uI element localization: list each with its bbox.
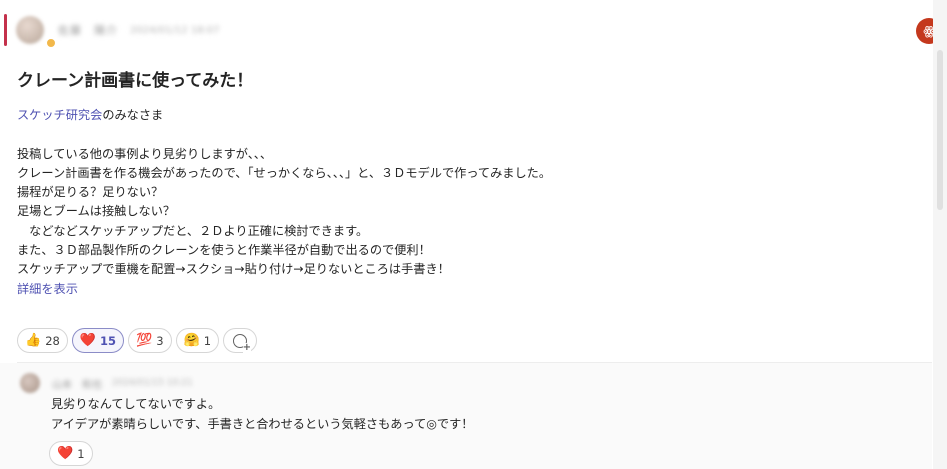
- scrollbar[interactable]: [933, 0, 947, 469]
- reaction-count: 1: [77, 446, 85, 461]
- thumbs-up-icon: 👍: [25, 333, 42, 348]
- reply-author-row: 山本 和也 2024/01/15 10:21: [20, 373, 193, 393]
- scrollbar-thumb[interactable]: [937, 50, 943, 210]
- reaction-count: 28: [45, 333, 60, 348]
- reply-timestamp: 2024/01/15 10:21: [112, 378, 193, 388]
- status-badge: [46, 38, 56, 48]
- hugging-face-icon: 🤗: [183, 333, 200, 348]
- reaction-heart[interactable]: ❤️ 15: [71, 328, 125, 353]
- post-body: スケッチ研究会のみなさま 投稿している他の事例より見劣りしますが、、、 クレーン…: [17, 106, 551, 299]
- body-line: 揚程が足りる？足りない？: [17, 185, 164, 200]
- reaction-heart[interactable]: ❤️ 1: [49, 441, 93, 466]
- post-title: クレーン計画書に使ってみた！: [17, 71, 254, 91]
- reply: 山本 和也 2024/01/15 10:21 見劣りなんてしてないですよ。 アイ…: [0, 363, 932, 469]
- body-line: スケッチアップで重機を配置→スクショ→貼り付け→足りないところは手書き！: [17, 262, 450, 277]
- hundred-points-icon: 💯: [136, 333, 153, 348]
- add-reaction-icon: [233, 333, 252, 353]
- body-line: クレーン計画書を作る機会があったので、「せっかくなら、、、」と、３Ｄモデルで作っ…: [17, 165, 552, 180]
- post-timestamp: 2024/01/12 18:07: [130, 24, 220, 36]
- add-reaction-button[interactable]: [223, 328, 258, 353]
- avatar[interactable]: [16, 16, 44, 44]
- reaction-hundred[interactable]: 💯 3: [128, 328, 172, 353]
- reply-line: 見劣りなんてしてないですよ。: [51, 397, 221, 411]
- reaction-count: 3: [156, 333, 164, 348]
- body-line: などなどスケッチアップだと、２Ｄより正確に検討できます。: [17, 223, 369, 238]
- reaction-count: 1: [203, 333, 212, 348]
- reaction-thumbs-up[interactable]: 👍 28: [17, 328, 68, 353]
- see-more-link[interactable]: 詳細を表示: [17, 280, 551, 299]
- body-line: また、３Ｄ部品製作所のクレーンを使うと作業半径が自動で出るので便利！: [17, 243, 431, 258]
- mention-link[interactable]: スケッチ研究会: [17, 108, 102, 122]
- heart-icon: ❤️: [57, 446, 74, 461]
- reply-reactions-bar: ❤️ 1: [49, 441, 93, 466]
- reply-body: 見劣りなんてしてないですよ。 アイデアが素晴らしいです、手書きと合わせるという気…: [51, 394, 473, 434]
- post-author-row: 佐藤 陽介 2024/01/12 18:07: [16, 12, 220, 48]
- greeting-text: のみなさま: [102, 108, 164, 122]
- body-line: 投稿している他の事例より見劣りしますが、、、: [17, 146, 273, 161]
- reaction-count: 15: [100, 333, 117, 348]
- author-name[interactable]: 山本 和也: [52, 376, 102, 391]
- post: 佐藤 陽介 2024/01/12 18:07 クレーン計画書に使ってみた！ スケ…: [0, 0, 932, 469]
- reactions-bar: 👍 28 ❤️ 15 💯 3 🤗 1: [17, 328, 258, 353]
- body-line: 足場とブームは接触しない？: [17, 204, 176, 219]
- reply-line: アイデアが素晴らしいです、手書きと合わせるという気軽さもあって◎です！: [51, 417, 474, 431]
- author-name[interactable]: 佐藤 陽介: [58, 22, 118, 38]
- heart-icon: ❤️: [79, 333, 97, 348]
- greeting-line: スケッチ研究会のみなさま: [17, 106, 551, 125]
- unread-indicator: [4, 14, 7, 46]
- avatar[interactable]: [20, 373, 40, 393]
- reaction-hugging[interactable]: 🤗 1: [175, 328, 220, 353]
